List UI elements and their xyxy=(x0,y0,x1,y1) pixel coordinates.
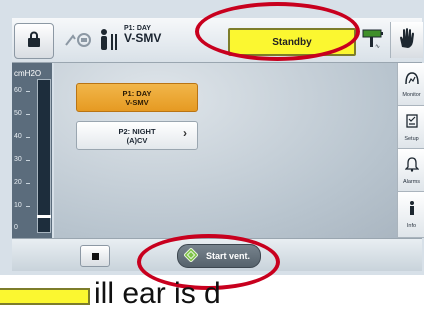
patient-connect-icon xyxy=(64,30,94,50)
setup-button[interactable]: Setup xyxy=(398,106,424,149)
alarms-button[interactable]: Alarms xyxy=(398,149,424,192)
gauge-tick: 10 xyxy=(14,202,22,209)
gauge-tick: 60 xyxy=(14,87,22,94)
hand-icon xyxy=(397,27,417,54)
mode-label: V-SMV xyxy=(124,31,162,45)
pressure-bar xyxy=(37,79,51,233)
monitor-icon xyxy=(404,71,420,90)
alarm-pause-button[interactable] xyxy=(390,22,423,58)
gauge-tick-mark xyxy=(26,206,30,207)
gauge-tick: 0 xyxy=(14,224,18,231)
patient-type-icon xyxy=(98,28,120,52)
side-menu: Monitor Setup Alarms Info xyxy=(397,63,424,238)
bell-icon xyxy=(403,156,420,177)
battery-icon: ∿ xyxy=(362,28,386,55)
active-mode-indicator: P1: DAY V-SMV xyxy=(124,25,194,45)
stop-button[interactable] xyxy=(80,245,110,267)
monitor-button[interactable]: Monitor xyxy=(398,63,424,106)
setup-icon xyxy=(405,113,419,134)
info-button[interactable]: Info xyxy=(398,192,424,238)
gauge-tick-mark xyxy=(26,160,30,161)
gauge-tick: 40 xyxy=(14,133,22,140)
caption-text: ill ear is d xyxy=(94,277,221,310)
chevron-right-icon: › xyxy=(183,126,187,140)
pressure-level-marker xyxy=(37,215,51,218)
monitor-label: Monitor xyxy=(402,91,421,98)
svg-text:∿: ∿ xyxy=(375,44,380,50)
pressure-gauge: cmH2O 60 50 40 30 20 10 0 xyxy=(12,63,52,238)
info-label: Info xyxy=(406,223,417,229)
gauge-tick-mark xyxy=(26,137,30,138)
info-icon xyxy=(407,200,417,221)
gauge-tick-mark xyxy=(26,91,30,92)
gauge-tick-mark xyxy=(26,114,30,115)
profile-2-name: P2: NIGHT xyxy=(118,126,156,136)
profile-1-mode: V-SMV xyxy=(125,97,149,107)
main-panel: P1: DAY V-SMV P2: NIGHT (A)CV › xyxy=(54,63,397,238)
lock-button[interactable] xyxy=(14,23,54,59)
gauge-tick: 30 xyxy=(14,156,22,163)
setup-label: Setup xyxy=(404,135,419,142)
alarms-label: Alarms xyxy=(402,178,421,185)
legend-swatch xyxy=(0,288,90,305)
lock-icon xyxy=(27,31,41,52)
profile-1-button[interactable]: P1: DAY V-SMV xyxy=(76,83,198,112)
gauge-tick: 20 xyxy=(14,179,22,186)
profile-1-name: P1: DAY xyxy=(122,88,152,98)
profile-2-button[interactable]: P2: NIGHT (A)CV › xyxy=(76,121,198,150)
stop-icon xyxy=(91,252,99,260)
gauge-tick-mark xyxy=(26,183,30,184)
gauge-unit: cmH2O xyxy=(14,69,42,78)
profile-2-mode: (A)CV xyxy=(126,135,148,145)
gauge-tick: 50 xyxy=(14,110,22,117)
highlight-ellipse-status xyxy=(195,2,360,61)
